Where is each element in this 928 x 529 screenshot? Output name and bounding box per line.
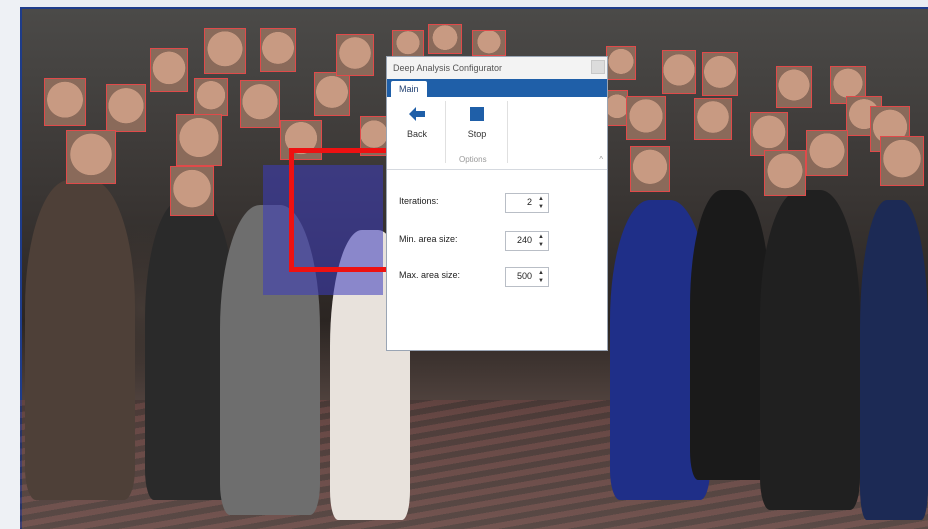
face-box: [240, 80, 280, 128]
min-area-spinner[interactable]: 240 ▲ ▼: [505, 231, 549, 251]
face-box: [392, 30, 424, 58]
face-box: [626, 96, 666, 140]
face-box: [150, 48, 188, 92]
face-box: [336, 34, 374, 76]
ribbon-separator: [445, 101, 446, 163]
face-box: [314, 72, 350, 116]
canvas: Deep Analysis Configurator Main Back Sto…: [0, 0, 928, 529]
max-area-spinner[interactable]: 500 ▲ ▼: [505, 267, 549, 287]
spin-up-down-icon[interactable]: ▲ ▼: [536, 233, 546, 249]
face-box: [806, 130, 848, 176]
ribbon: Back Stop Options ^: [387, 97, 607, 170]
face-box: [606, 46, 636, 80]
iterations-value[interactable]: 2: [527, 197, 532, 207]
window-title: Deep Analysis Configurator: [393, 63, 503, 73]
face-box: [630, 146, 670, 192]
configurator-window: Deep Analysis Configurator Main Back Sto…: [386, 56, 608, 351]
face-box: [170, 166, 214, 216]
min-area-value[interactable]: 240: [517, 235, 532, 245]
face-box: [176, 114, 222, 166]
stop-button[interactable]: Stop: [457, 105, 497, 139]
spin-up-down-icon[interactable]: ▲ ▼: [536, 195, 546, 211]
person: [760, 190, 860, 510]
face-box: [428, 24, 462, 54]
iterations-row: Iterations: 2 ▲ ▼: [399, 193, 599, 213]
iterations-spinner[interactable]: 2 ▲ ▼: [505, 193, 549, 213]
face-box: [764, 150, 806, 196]
face-box: [194, 78, 228, 116]
iterations-label: Iterations:: [399, 196, 439, 206]
stop-label: Stop: [467, 129, 487, 139]
face-box: [702, 52, 738, 96]
face-box: [204, 28, 246, 74]
min-area-row: Min. area size: 240 ▲ ▼: [399, 231, 599, 251]
person: [25, 180, 135, 500]
person: [690, 190, 770, 480]
tab-main[interactable]: Main: [391, 81, 427, 97]
collapse-ribbon-icon[interactable]: ^: [599, 155, 603, 164]
face-box: [880, 136, 924, 186]
face-box: [66, 130, 116, 184]
arrow-left-icon: [409, 107, 425, 121]
spin-up-down-icon[interactable]: ▲ ▼: [536, 269, 546, 285]
ribbon-group-label: Options: [459, 155, 487, 164]
close-button[interactable]: [591, 60, 605, 74]
person: [860, 200, 928, 520]
tab-bar: Main: [387, 79, 607, 97]
stop-square-icon: [470, 107, 484, 121]
face-box: [776, 66, 812, 108]
title-bar[interactable]: Deep Analysis Configurator: [387, 57, 607, 79]
ribbon-separator: [507, 101, 508, 163]
max-area-row: Max. area size: 500 ▲ ▼: [399, 267, 599, 287]
face-box: [606, 90, 628, 126]
max-area-label: Max. area size:: [399, 270, 461, 280]
min-area-label: Min. area size:: [399, 234, 458, 244]
left-margin: [0, 0, 20, 529]
back-button[interactable]: Back: [397, 105, 437, 139]
face-box: [662, 50, 696, 94]
face-box: [106, 84, 146, 132]
face-box: [472, 30, 506, 56]
face-box: [694, 98, 732, 140]
face-box: [260, 28, 296, 72]
back-label: Back: [406, 129, 427, 139]
max-area-value[interactable]: 500: [517, 271, 532, 281]
face-box: [44, 78, 86, 126]
